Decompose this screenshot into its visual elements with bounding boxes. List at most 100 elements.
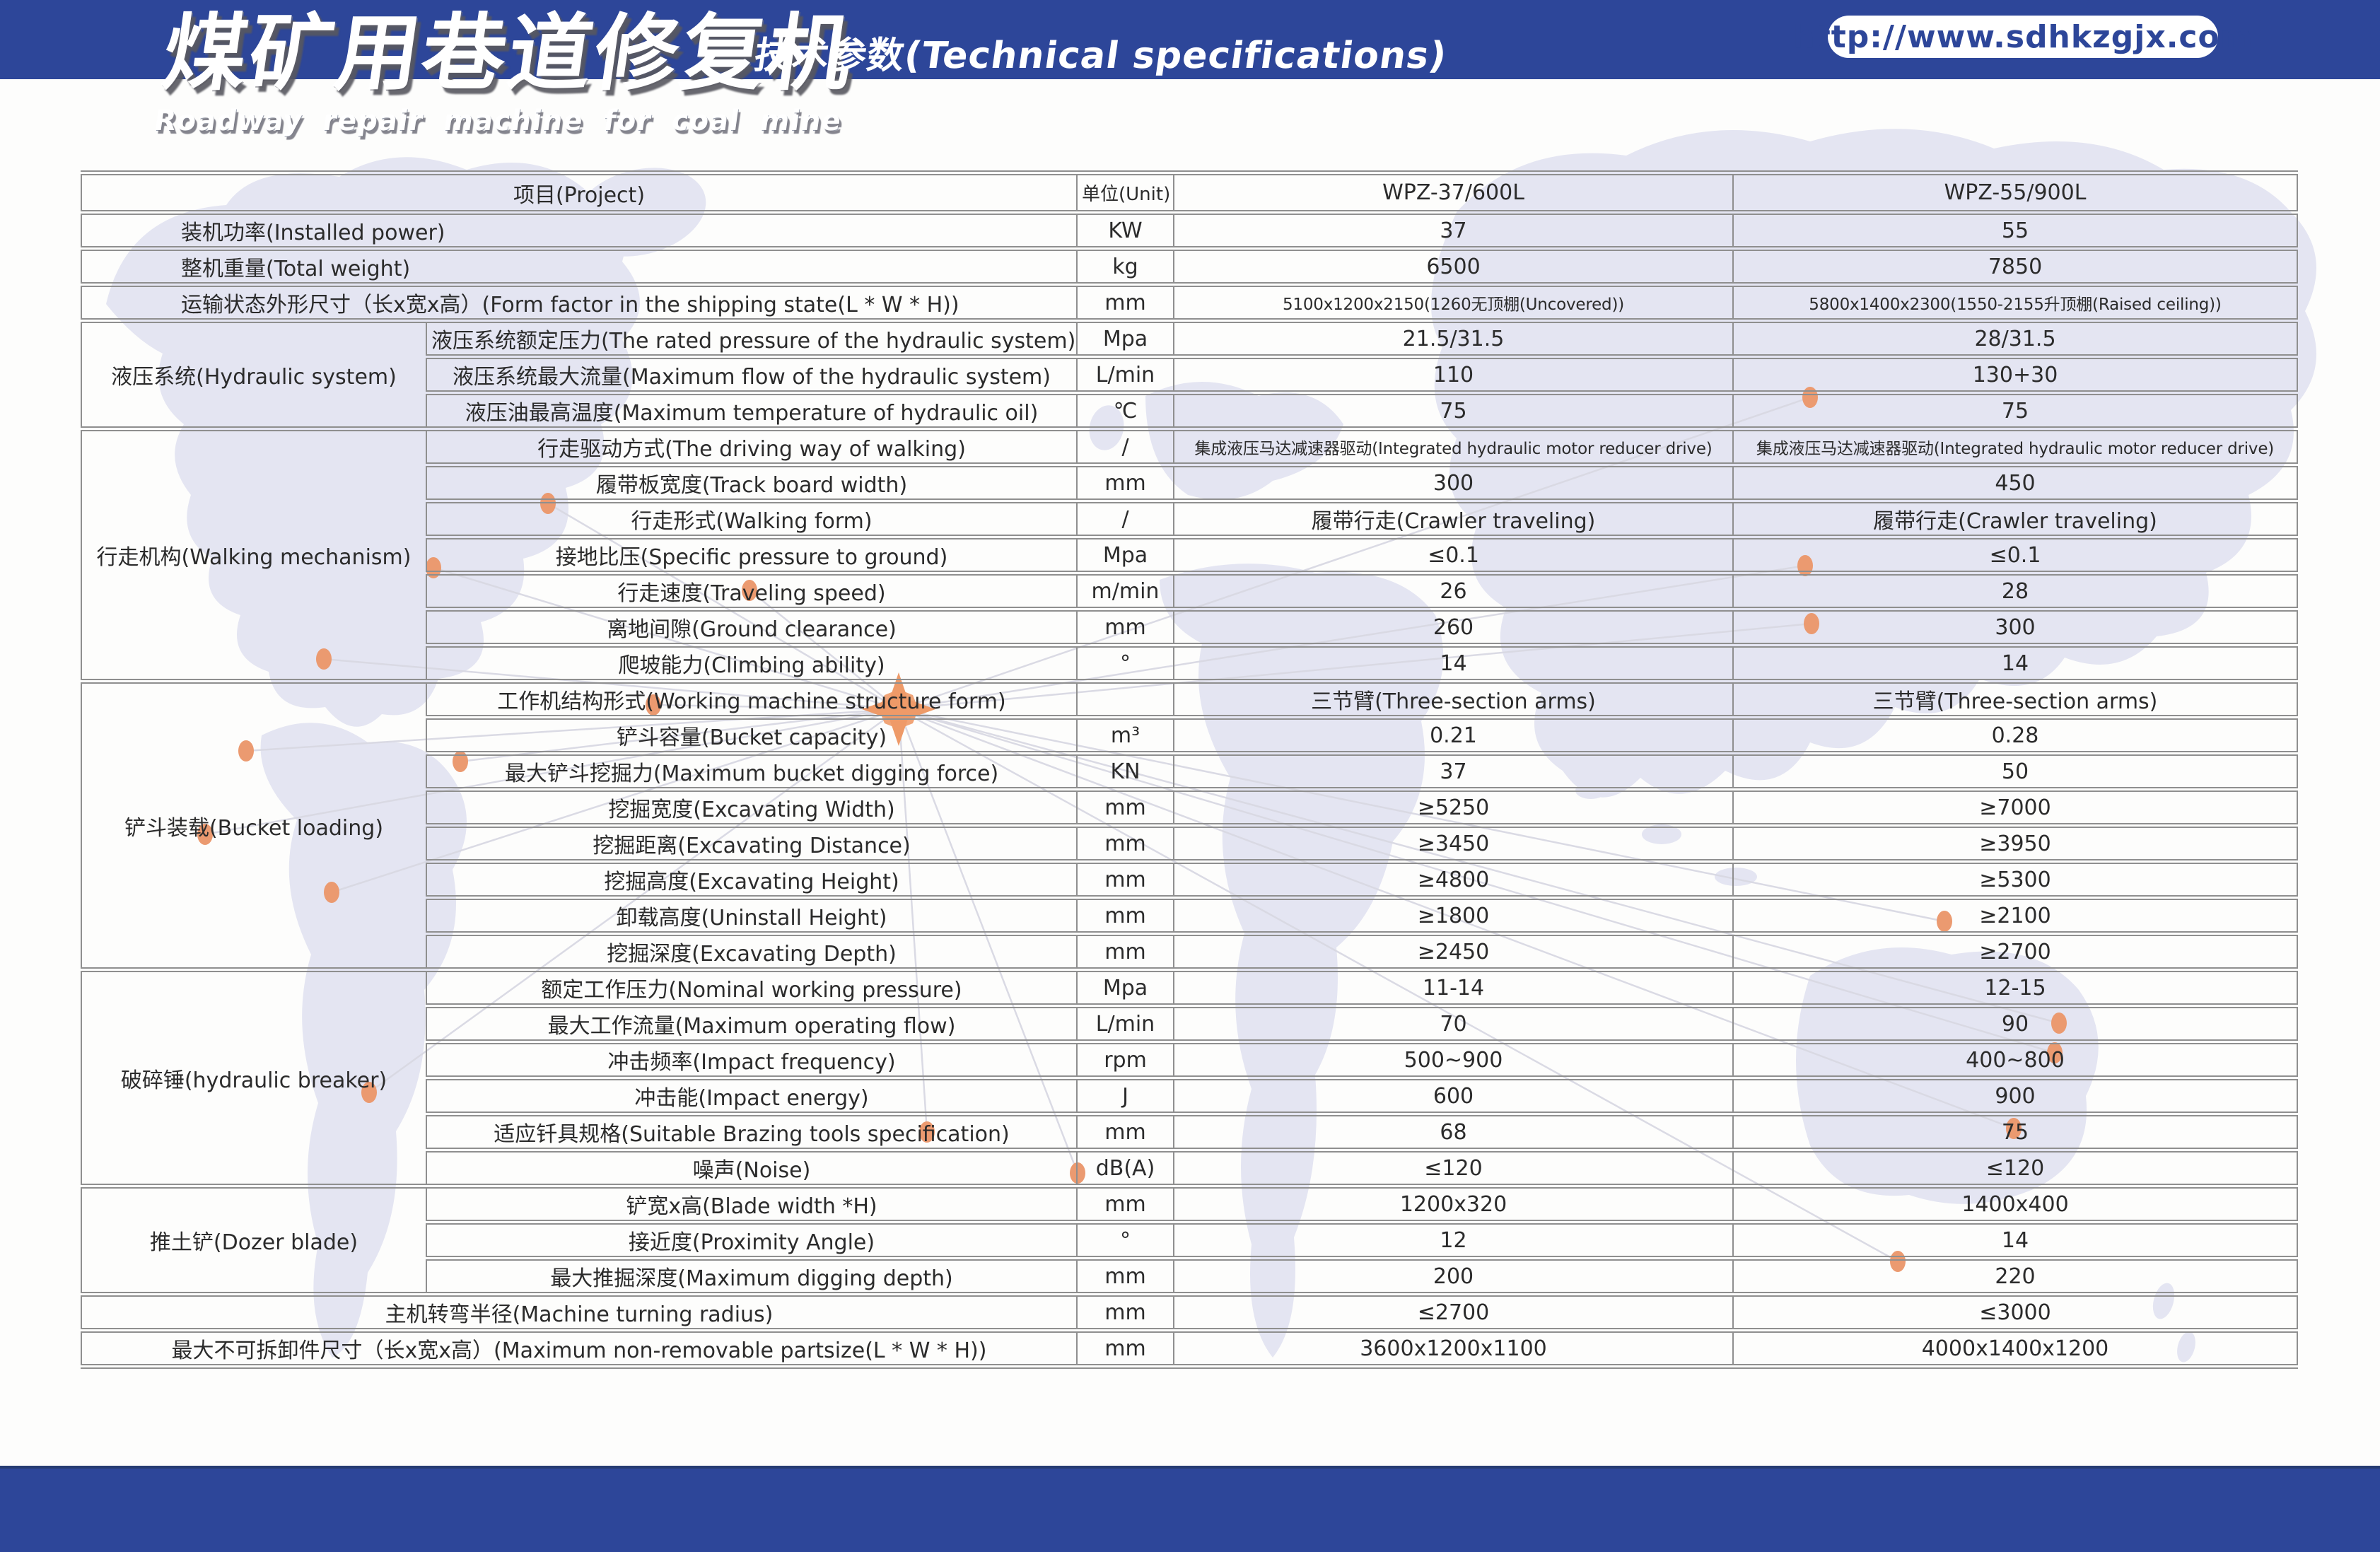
value-cell-model2: 0.28 [1733,718,2297,754]
spec-item-cell: 离地间隙(Ground clearance) [426,609,1077,646]
spec-item-cell: 液压系统最大流量(Maximum flow of the hydraulic s… [426,357,1077,393]
unit-cell: / [1077,501,1174,537]
category-cell: 铲斗装载(Bucket loading) [81,682,426,970]
category-cell: 破碎锤(hydraulic breaker) [81,970,426,1186]
website-url-text: http://www.sdhkzgjx.com [1792,19,2253,55]
value-cell-model1: ≥1800 [1174,898,1733,934]
unit-cell: / [1077,429,1174,465]
spec-item-cell: 冲击频率(Impact frequency) [426,1042,1077,1078]
spec-item-cell: 运输状态外形尺寸（长x宽x高）(Form factor in the shipp… [81,285,1077,321]
value-cell-model2: 12-15 [1733,970,2297,1006]
unit-cell: mm [1077,1186,1174,1223]
value-cell-model2: 1400x400 [1733,1186,2297,1223]
unit-cell: m/min [1077,573,1174,609]
spec-item-cell: 冲击能(Impact energy) [426,1078,1077,1114]
value-cell-model1: ≥3450 [1174,826,1733,862]
spec-item-cell: 铲宽x高(Blade width *H) [426,1186,1077,1223]
unit-cell: mm [1077,1114,1174,1150]
value-cell-model2: ≤120 [1733,1150,2297,1186]
unit-cell: rpm [1077,1042,1174,1078]
value-cell-model2: 55 [1733,213,2297,249]
unit-cell: mm [1077,898,1174,934]
value-cell-model1: 21.5/31.5 [1174,321,1733,357]
value-cell-model1: 6500 [1174,249,1733,285]
value-cell-model1: ≤120 [1174,1150,1733,1186]
unit-cell: J [1077,1078,1174,1114]
value-cell-model2: ≥7000 [1733,790,2297,826]
value-cell-model2: 14 [1733,646,2297,682]
value-cell-model2: ≤3000 [1733,1295,2297,1331]
value-cell-model1: 70 [1174,1006,1733,1042]
spec-item-cell: 最大推掘深度(Maximum digging depth) [426,1259,1077,1295]
value-cell-model1: 300 [1174,465,1733,501]
unit-cell: mm [1077,826,1174,862]
value-cell-model1: ≥2450 [1174,934,1733,970]
spec-item-cell: 挖掘深度(Excavating Depth) [426,934,1077,970]
spec-item-cell: 卸载高度(Uninstall Height) [426,898,1077,934]
category-cell: 液压系统(Hydraulic system) [81,321,426,429]
value-cell-model1: 12 [1174,1223,1733,1259]
spec-item-cell: 液压油最高温度(Maximum temperature of hydraulic… [426,393,1077,429]
value-cell-model1: 600 [1174,1078,1733,1114]
value-cell-model2: 75 [1733,1114,2297,1150]
value-cell-model1: 75 [1174,393,1733,429]
unit-cell: KW [1077,213,1174,249]
value-cell-model2: 90 [1733,1006,2297,1042]
value-cell-model1: 3600x1200x1100 [1174,1331,1733,1367]
unit-cell: ℃ [1077,393,1174,429]
value-cell-model2: ≥3950 [1733,826,2297,862]
value-cell-model2: 75 [1733,393,2297,429]
value-cell-model2: 50 [1733,754,2297,790]
spec-row: 整机重量(Total weight)kg65007850 [81,249,2297,285]
value-cell-model1: ≥4800 [1174,862,1733,898]
spec-item-cell: 行走形式(Walking form) [426,501,1077,537]
unit-cell: kg [1077,249,1174,285]
value-cell-model1: ≤0.1 [1174,537,1733,573]
value-cell-model2: 130+30 [1733,357,2297,393]
value-cell-model1: 14 [1174,646,1733,682]
col-header-model2: WPZ-55/900L [1733,173,2297,213]
spec-item-cell: 液压系统额定压力(The rated pressure of the hydra… [426,321,1077,357]
unit-cell: Mpa [1077,321,1174,357]
unit-cell: mm [1077,790,1174,826]
spec-header-row: 项目(Project) 单位(Unit) WPZ-37/600L WPZ-55/… [81,173,2297,213]
value-cell-model2: 履带行走(Crawler traveling) [1733,501,2297,537]
spec-row: 液压系统(Hydraulic system)液压系统额定压力(The rated… [81,321,2297,357]
unit-cell: L/min [1077,1006,1174,1042]
value-cell-model1: 260 [1174,609,1733,646]
value-cell-model2: 400~800 [1733,1042,2297,1078]
unit-cell: mm [1077,609,1174,646]
value-cell-model1: 68 [1174,1114,1733,1150]
unit-cell: L/min [1077,357,1174,393]
value-cell-model1: 履带行走(Crawler traveling) [1174,501,1733,537]
spec-item-cell: 行走速度(Traveling speed) [426,573,1077,609]
website-url-pill[interactable]: http://www.sdhkzgjx.com [1828,16,2218,58]
value-cell-model2: 450 [1733,465,2297,501]
value-cell-model2: ≥2100 [1733,898,2297,934]
unit-cell: mm [1077,862,1174,898]
value-cell-model1: 110 [1174,357,1733,393]
value-cell-model2: 三节臂(Three-section arms) [1733,682,2297,718]
value-cell-model2: 300 [1733,609,2297,646]
value-cell-model1: 5100x1200x2150(1260无顶棚(Uncovered)) [1174,285,1733,321]
spec-row: 运输状态外形尺寸（长x宽x高）(Form factor in the shipp… [81,285,2297,321]
spec-item-cell: 最大铲斗挖掘力(Maximum bucket digging force) [426,754,1077,790]
value-cell-model2: 5800x1400x2300(1550-2155升顶棚(Raised ceili… [1733,285,2297,321]
tech-spec-heading: 技术参数(Technical specifications) [752,25,1451,78]
spec-item-cell: 额定工作压力(Nominal working pressure) [426,970,1077,1006]
spec-item-cell: 接地比压(Specific pressure to ground) [426,537,1077,573]
value-cell-model1: 11-14 [1174,970,1733,1006]
unit-cell: dB(A) [1077,1150,1174,1186]
spec-item-cell: 挖掘宽度(Excavating Width) [426,790,1077,826]
value-cell-model1: 三节臂(Three-section arms) [1174,682,1733,718]
unit-cell: ° [1077,646,1174,682]
value-cell-model1: 200 [1174,1259,1733,1295]
spec-row: 最大不可拆卸件尺寸（长x宽x高）(Maximum non-removable p… [81,1331,2297,1367]
value-cell-model1: 500~900 [1174,1042,1733,1078]
spec-item-cell: 装机功率(Installed power) [81,213,1077,249]
value-cell-model1: 集成液压马达减速器驱动(Integrated hydraulic motor r… [1174,429,1733,465]
category-cell: 行走机构(Walking mechanism) [81,429,426,682]
value-cell-model2: 220 [1733,1259,2297,1295]
spec-row: 主机转弯半径(Machine turning radius)mm≤2700≤30… [81,1295,2297,1331]
unit-cell: mm [1077,1295,1174,1331]
